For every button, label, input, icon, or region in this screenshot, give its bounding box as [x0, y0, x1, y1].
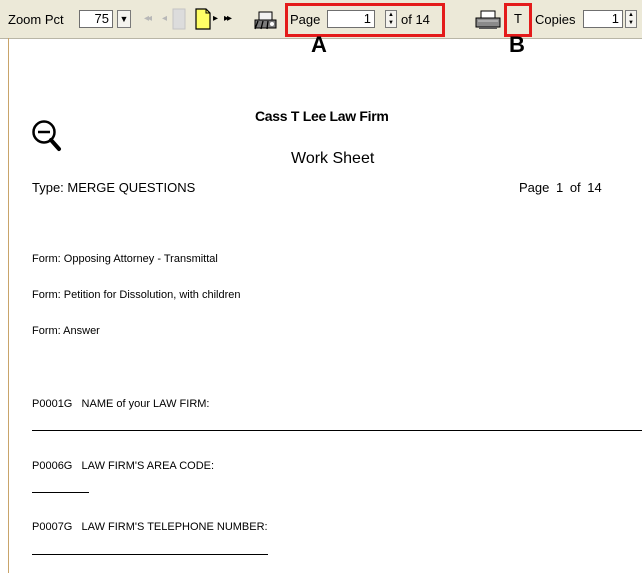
zoom-label: Zoom Pct — [8, 12, 64, 27]
field-area-code: P0006G LAW FIRM'S AREA CODE: — [32, 460, 215, 472]
printer-icon[interactable] — [473, 7, 503, 31]
prev-page-icon[interactable]: ◂ — [162, 13, 167, 24]
document-title: Work Sheet — [291, 150, 375, 167]
copies-spinner[interactable]: ▲ ▼ — [625, 10, 637, 28]
callout-label-b: B — [509, 32, 525, 57]
page-left-edge — [8, 38, 9, 573]
highlight-box-a — [285, 3, 445, 37]
zoom-dropdown-button[interactable]: ▼ — [117, 10, 131, 28]
chevron-down-icon[interactable]: ▼ — [626, 19, 636, 27]
copies-input[interactable]: 1 — [583, 10, 623, 28]
answer-line — [32, 430, 642, 431]
field-telephone: P0007G LAW FIRM'S TELEPHONE NUMBER: — [32, 521, 268, 533]
callout-label-a: A — [311, 32, 327, 57]
form-line: Form: Opposing Attorney - Transmittal — [32, 253, 218, 265]
page-icon[interactable] — [194, 8, 212, 30]
chevron-down-icon: ▼ — [119, 14, 129, 24]
first-page-icon[interactable]: ◂◂ — [144, 13, 152, 24]
answer-line — [32, 492, 89, 493]
zoom-out-icon[interactable] — [30, 118, 64, 158]
answer-line — [32, 554, 268, 555]
page-info: Page 1 of 14 — [519, 180, 602, 195]
blank-page-icon — [172, 8, 186, 30]
field-firm-name: P0001G NAME of your LAW FIRM: — [32, 398, 210, 410]
print-setup-icon[interactable] — [250, 6, 280, 32]
copies-label: Copies — [535, 12, 576, 27]
type-line: Type: MERGE QUESTIONS — [32, 180, 196, 195]
next-page-icon[interactable]: ▸ — [213, 13, 218, 24]
zoom-input[interactable]: 75 — [79, 10, 113, 28]
form-line: Form: Petition for Dissolution, with chi… — [32, 289, 241, 301]
firm-name: Cass T Lee Law Firm — [255, 108, 389, 124]
form-line: Form: Answer — [32, 325, 100, 337]
chevron-up-icon[interactable]: ▲ — [626, 11, 636, 19]
last-page-icon[interactable]: ▸▸ — [224, 13, 232, 24]
